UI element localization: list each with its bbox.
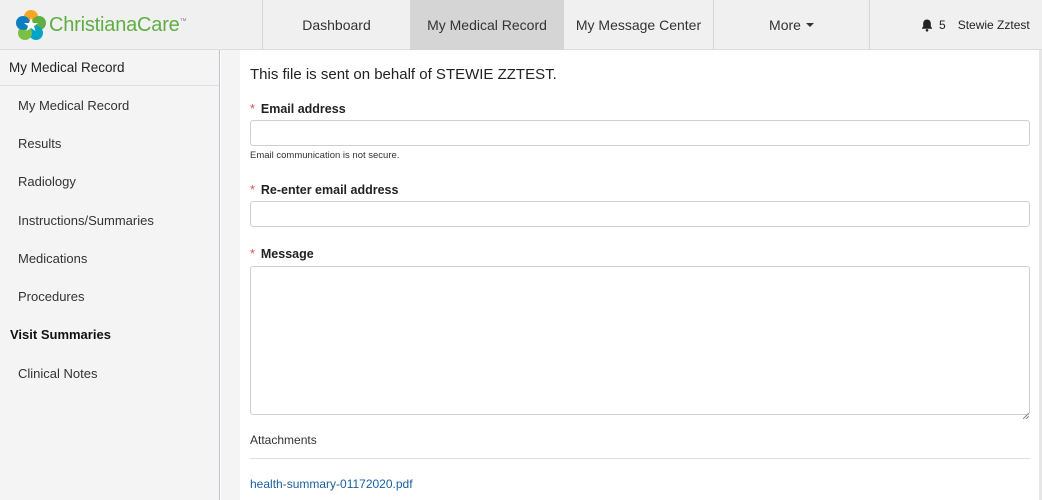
send-file-form: This file is sent on behalf of STEWIE ZZ… bbox=[240, 50, 1042, 500]
christianacare-logo-icon bbox=[15, 9, 47, 41]
sidebar-item-medications[interactable]: Medications bbox=[0, 239, 219, 277]
reenter-email-field[interactable] bbox=[250, 201, 1030, 227]
required-marker: * bbox=[250, 183, 255, 197]
resize-handle-icon[interactable] bbox=[1022, 407, 1030, 420]
sidebar-item-visit-summaries[interactable]: Visit Summaries bbox=[0, 316, 219, 354]
sidebar: My Medical Record My Medical Record Resu… bbox=[0, 50, 220, 500]
sidebar-gutter bbox=[221, 50, 240, 500]
sidebar-header: My Medical Record bbox=[0, 50, 219, 86]
sidebar-item-label: My Medical Record bbox=[18, 97, 130, 113]
user-menu[interactable]: Stewie Zztest bbox=[958, 18, 1030, 32]
brand-logo[interactable]: ChristianaCare™ bbox=[0, 0, 262, 50]
email-label-text: Email address bbox=[260, 102, 346, 116]
message-label-text: Message bbox=[260, 247, 314, 261]
sidebar-item-instructions-summaries[interactable]: Instructions/Summaries bbox=[0, 201, 219, 239]
tab-dashboard[interactable]: Dashboard bbox=[262, 0, 410, 50]
sidebar-item-label: Procedures bbox=[18, 289, 85, 305]
tab-my-message-center[interactable]: My Message Center bbox=[563, 0, 713, 50]
bell-icon[interactable] bbox=[920, 18, 934, 32]
sidebar-item-label: Medications bbox=[18, 250, 88, 266]
sidebar-item-label: Instructions/Summaries bbox=[18, 212, 154, 228]
required-marker: * bbox=[250, 102, 255, 116]
tab-dashboard-label: Dashboard bbox=[302, 17, 371, 33]
sidebar-item-results[interactable]: Results bbox=[0, 124, 219, 162]
attachments-divider bbox=[250, 458, 1030, 459]
attachments-label: Attachments bbox=[250, 433, 317, 447]
tab-more-label: More bbox=[769, 17, 801, 33]
brand-name: ChristianaCare™ bbox=[49, 13, 187, 36]
caret-down-icon bbox=[805, 23, 814, 27]
email-label: * Email address bbox=[250, 102, 346, 116]
tab-my-medical-record[interactable]: My Medical Record bbox=[410, 0, 563, 50]
page-title: This file is sent on behalf of STEWIE ZZ… bbox=[250, 66, 557, 83]
reenter-email-label: * Re-enter email address bbox=[250, 183, 398, 197]
message-label: * Message bbox=[250, 247, 314, 261]
sidebar-item-label: Radiology bbox=[18, 174, 76, 190]
tab-more[interactable]: More bbox=[713, 0, 869, 50]
sidebar-item-radiology[interactable]: Radiology bbox=[0, 163, 219, 201]
tab-my-message-center-label: My Message Center bbox=[575, 17, 702, 33]
notification-count[interactable]: 5 bbox=[939, 18, 946, 32]
sidebar-item-clinical-notes[interactable]: Clinical Notes bbox=[0, 354, 219, 392]
user-area: 5 Stewie Zztest bbox=[869, 0, 1042, 50]
top-navigation: ChristianaCare™ Dashboard My Medical Rec… bbox=[0, 0, 1042, 50]
email-field[interactable] bbox=[250, 120, 1030, 146]
reenter-email-label-text: Re-enter email address bbox=[260, 183, 399, 197]
required-marker: * bbox=[250, 247, 255, 261]
sidebar-item-label: Results bbox=[18, 135, 62, 151]
tab-my-medical-record-label: My Medical Record bbox=[427, 17, 547, 33]
trademark-mark: ™ bbox=[179, 17, 187, 25]
attachment-link[interactable]: health-summary-01172020.pdf bbox=[250, 477, 413, 491]
email-security-hint: Email communication is not secure. bbox=[250, 150, 400, 161]
sidebar-item-label: Clinical Notes bbox=[18, 365, 98, 381]
sidebar-item-label: Visit Summaries bbox=[10, 327, 111, 343]
sidebar-item-procedures[interactable]: Procedures bbox=[0, 277, 219, 315]
sidebar-item-my-medical-record[interactable]: My Medical Record bbox=[0, 86, 219, 124]
message-textarea[interactable] bbox=[250, 266, 1030, 415]
